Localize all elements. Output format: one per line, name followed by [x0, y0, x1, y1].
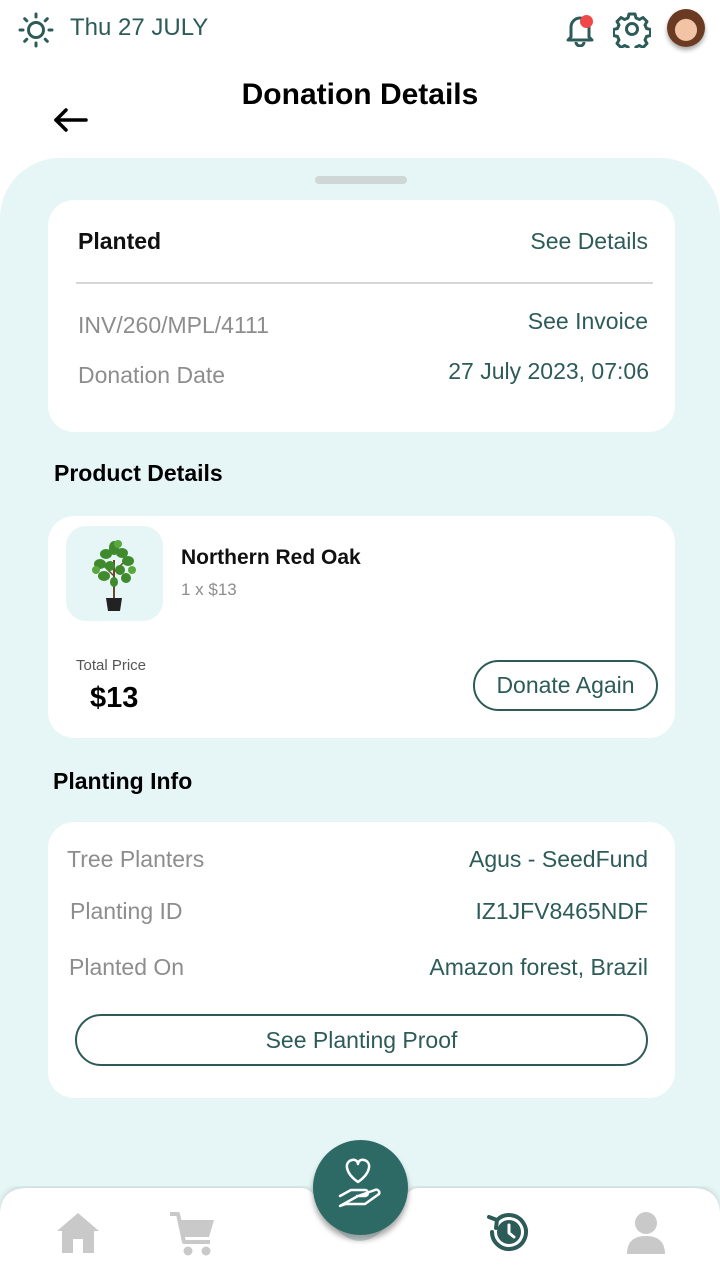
page-title: Donation Details [241, 78, 479, 111]
total-price-label: Total Price [76, 657, 147, 674]
product-card: Northern Red Oak 1 x $13 Total Price $13… [48, 516, 675, 738]
see-details-link[interactable]: See Details [530, 228, 648, 255]
planting-id-label: Planting ID [70, 898, 183, 924]
donation-date-value: 27 July 2023, 07:06 [448, 358, 649, 384]
product-name: Northern Red Oak [181, 546, 361, 569]
see-invoice-link[interactable]: See Invoice [528, 308, 648, 335]
donate-hand-heart-icon [338, 1158, 381, 1208]
planting-info-card: Tree Planters Agus - SeedFund Planting I… [48, 822, 675, 1098]
planted-on-label: Planted On [69, 954, 185, 980]
total-price-value: $13 [90, 682, 139, 714]
tree-planters-label: Tree Planters [67, 846, 205, 872]
home-icon[interactable] [55, 1211, 101, 1255]
drag-handle[interactable] [315, 176, 407, 184]
donation-status: Planted [78, 228, 162, 254]
avatar[interactable] [667, 9, 705, 47]
invoice-number: INV/260/MPL/4111 [78, 312, 269, 338]
profile-icon[interactable] [625, 1210, 667, 1256]
bell-icon[interactable] [562, 11, 598, 47]
product-quantity-price: 1 x $13 [181, 580, 237, 599]
top-status-bar: Thu 27 JULY [0, 0, 720, 60]
history-icon[interactable] [484, 1208, 532, 1256]
product-thumbnail [66, 526, 163, 621]
planting-info-heading: Planting Info [53, 768, 193, 794]
planted-on-value: Amazon forest, Brazil [429, 954, 648, 980]
donate-fab-button[interactable] [313, 1140, 408, 1235]
current-date: Thu 27 JULY [70, 14, 209, 41]
planting-id-value: IZ1JFV8465NDF [475, 898, 648, 924]
notification-dot [580, 15, 593, 28]
cart-icon[interactable] [168, 1210, 218, 1258]
donation-date-label: Donation Date [78, 362, 226, 388]
tree-planters-value: Agus - SeedFund [468, 846, 648, 872]
see-planting-proof-button[interactable]: See Planting Proof [75, 1014, 648, 1066]
potted-tree-icon [92, 540, 136, 611]
divider [76, 282, 653, 284]
donate-again-button[interactable]: Donate Again [473, 660, 658, 711]
summary-card: Planted See Details INV/260/MPL/4111 See… [48, 200, 675, 432]
sun-icon [18, 12, 54, 48]
product-details-heading: Product Details [54, 460, 223, 486]
gear-icon[interactable] [613, 10, 651, 48]
